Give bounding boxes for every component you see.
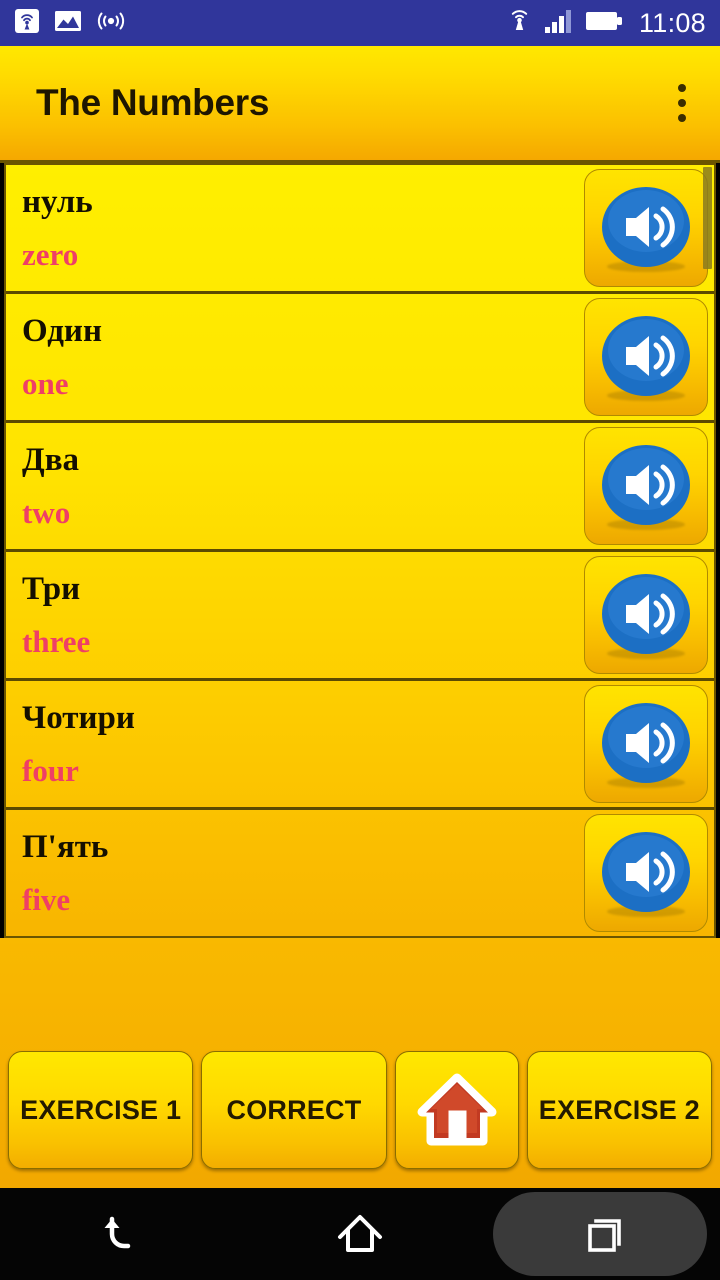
exercise-2-button[interactable]: EXERCISE 2 [526,1051,712,1169]
app-title-bar: The Numbers [0,46,720,163]
row-text-block: Один one [6,313,584,401]
speaker-icon [602,445,690,525]
speaker-icon [602,187,690,267]
wireless-broadcast-icon [96,9,126,38]
speaker-icon [602,832,690,912]
translation-word: five [22,882,71,917]
speaker-button[interactable] [584,556,708,674]
translation-word: one [22,366,69,401]
image-icon [54,9,82,38]
native-word: П'ять [22,829,109,865]
native-word: Один [22,313,102,349]
speaker-icon [602,574,690,654]
nfc-icon [506,7,533,39]
bottom-button-row: EXERCISE 1 CORRECT EXERCISE 2 [8,1051,712,1169]
row-text-block: П'ять five [6,829,584,917]
table-row[interactable]: Два two [6,423,714,552]
status-bar-left-icons [14,8,126,39]
page-title: The Numbers [36,82,270,123]
exercise-1-button[interactable]: EXERCISE 1 [8,1051,194,1169]
status-bar-clock: 11:08 [638,7,706,38]
speaker-button[interactable] [584,169,708,287]
speaker-button[interactable] [584,814,708,932]
translation-word: three [22,624,91,659]
overflow-dot [678,84,686,92]
signal-bars-icon [544,8,574,39]
speaker-button[interactable] [584,298,708,416]
cast-screen-icon [14,8,40,39]
overflow-menu-icon[interactable] [666,74,698,132]
speaker-button[interactable] [584,685,708,803]
correct-label: CORRECT [226,1094,362,1125]
status-bar: 11:08 [0,0,720,46]
native-word: Два [22,442,80,478]
exercise-1-label: EXERCISE 1 [20,1094,182,1125]
house-icon [417,1073,497,1146]
row-text-block: Чотири four [6,700,584,788]
speaker-button[interactable] [584,427,708,545]
table-row[interactable]: нуль zero [6,165,714,294]
native-word: нуль [22,184,93,220]
list-scrollbar[interactable] [703,167,712,269]
speaker-icon [602,703,690,783]
table-row[interactable]: Чотири four [6,681,714,810]
row-text-block: Три three [6,571,584,659]
exercise-2-label: EXERCISE 2 [538,1094,700,1125]
speaker-icon [602,316,690,396]
phone-screen: 11:08 The Numbers нуль zero Один one Два… [0,0,720,1280]
native-word: Чотири [22,700,135,736]
table-row[interactable]: П'ять five [6,810,714,936]
table-row[interactable]: Три three [6,552,714,681]
row-text-block: нуль zero [6,184,584,272]
overflow-dot [678,114,686,122]
row-text-block: Два two [6,442,584,530]
nav-back-button[interactable] [0,1188,240,1280]
bottom-toolbar: EXERCISE 1 CORRECT EXERCISE 2 [0,938,720,1188]
correct-button[interactable]: CORRECT [201,1051,387,1169]
android-navigation-bar [0,1188,720,1280]
translation-word: zero [22,237,79,272]
status-bar-right-icons: 11:08 [506,7,706,39]
home-button[interactable] [394,1051,519,1169]
overflow-dot [678,99,686,107]
battery-icon [585,10,623,37]
home-outline-icon [338,1215,382,1252]
numbers-list[interactable]: нуль zero Один one Два two Три three Чот… [4,163,716,938]
nav-home-button[interactable] [240,1188,480,1280]
table-row[interactable]: Один one [6,294,714,423]
nav-recents-button[interactable] [480,1188,720,1280]
translation-word: two [22,495,71,530]
native-word: Три [22,571,81,607]
recents-squares-icon [588,1219,621,1252]
back-arrow-icon [104,1216,131,1249]
translation-word: four [22,753,79,788]
